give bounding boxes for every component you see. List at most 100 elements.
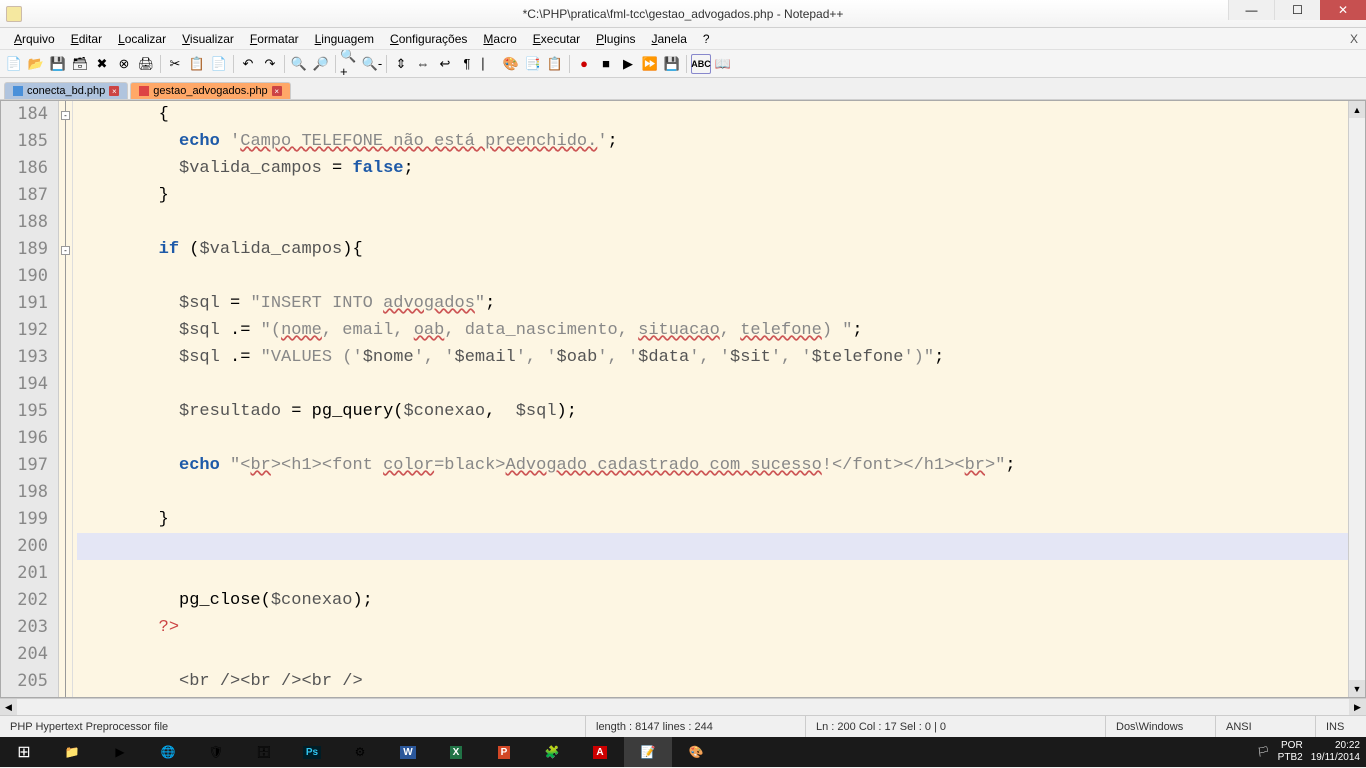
close-button[interactable]: ✕	[1320, 0, 1366, 20]
task-chrome[interactable]: 🌐	[144, 737, 192, 767]
status-encoding[interactable]: ANSI	[1216, 716, 1316, 737]
code-line[interactable]: $valida_campos = false;	[77, 155, 1348, 182]
code-line[interactable]: echo 'Campo TELEFONE não está preenchido…	[77, 128, 1348, 155]
maximize-button[interactable]: ☐	[1274, 0, 1320, 20]
code-line[interactable]: ?>	[77, 614, 1348, 641]
wrap-icon[interactable]: ↩	[435, 54, 455, 74]
task-app3[interactable]: 🧩	[528, 737, 576, 767]
menu-close-doc[interactable]: X	[1350, 32, 1358, 46]
menu-formatar[interactable]: Formatar	[242, 30, 307, 48]
save-macro-icon[interactable]: 💾	[662, 54, 682, 74]
scroll-down-icon[interactable]: ▼	[1349, 680, 1365, 697]
menu-janela[interactable]: Janela	[644, 30, 695, 48]
horizontal-scrollbar[interactable]: ◀ ▶	[0, 698, 1366, 715]
code-area[interactable]: { echo 'Campo TELEFONE não está preenchi…	[73, 101, 1348, 697]
spell-next-icon[interactable]: 📖	[713, 54, 733, 74]
replace-icon[interactable]: 🔎	[311, 54, 331, 74]
task-notepadpp[interactable]: 📝	[624, 737, 672, 767]
code-line[interactable]: $sql = "INSERT INTO advogados";	[77, 290, 1348, 317]
sync-h-icon[interactable]: ⇔	[413, 54, 433, 74]
status-eol[interactable]: Dos\Windows	[1106, 716, 1216, 737]
code-line[interactable]	[77, 641, 1348, 668]
code-line[interactable]: if ($valida_campos){	[77, 236, 1348, 263]
task-app1[interactable]: 🛡	[192, 737, 240, 767]
close-icon[interactable]: ✖	[92, 54, 112, 74]
save-all-icon[interactable]: 🗃	[70, 54, 90, 74]
close-all-icon[interactable]: ⊗	[114, 54, 134, 74]
fold-toggle-icon[interactable]: -	[61, 246, 70, 255]
stop-macro-icon[interactable]: ■	[596, 54, 616, 74]
redo-icon[interactable]: ↷	[260, 54, 280, 74]
play-multi-icon[interactable]: ⏩	[640, 54, 660, 74]
cut-icon[interactable]: ✂	[165, 54, 185, 74]
undo-icon[interactable]: ↶	[238, 54, 258, 74]
code-line[interactable]	[77, 560, 1348, 587]
code-line[interactable]: {	[77, 101, 1348, 128]
task-word[interactable]: W	[384, 737, 432, 767]
show-all-chars-icon[interactable]: ¶	[457, 54, 477, 74]
tab-gestao-advogados[interactable]: gestao_advogados.php ×	[130, 82, 290, 99]
record-macro-icon[interactable]: ●	[574, 54, 594, 74]
paste-icon[interactable]: 📄	[209, 54, 229, 74]
status-insert-mode[interactable]: INS	[1316, 716, 1366, 737]
code-line[interactable]: $resultado = pg_query($conexao, $sql);	[77, 398, 1348, 425]
code-line[interactable]: echo "<br><h1><font color=black>Advogado…	[77, 452, 1348, 479]
menu-editar[interactable]: Editar	[63, 30, 110, 48]
menu-linguagem[interactable]: Linguagem	[307, 30, 382, 48]
open-file-icon[interactable]: 📂	[26, 54, 46, 74]
code-line[interactable]: $sql .= "(nome, email, oab, data_nascime…	[77, 317, 1348, 344]
tab-conecta-bd[interactable]: conecta_bd.php ×	[4, 82, 128, 99]
task-explorer[interactable]: 📁	[48, 737, 96, 767]
user-lang-icon[interactable]: 🎨	[501, 54, 521, 74]
task-paint[interactable]: 🎨	[672, 737, 720, 767]
doc-map-icon[interactable]: 📑	[523, 54, 543, 74]
minimize-button[interactable]: —	[1228, 0, 1274, 20]
code-line[interactable]	[77, 533, 1348, 560]
code-line[interactable]: pg_close($conexao);	[77, 587, 1348, 614]
tray-language[interactable]: POR PTB2	[1278, 740, 1303, 764]
tab-close-icon[interactable]: ×	[272, 86, 282, 96]
menu-localizar[interactable]: Localizar	[110, 30, 174, 48]
spell-check-icon[interactable]: ABC	[691, 54, 711, 74]
scroll-left-icon[interactable]: ◀	[0, 699, 17, 715]
code-line[interactable]: }	[77, 506, 1348, 533]
code-line[interactable]	[77, 263, 1348, 290]
fold-toggle-icon[interactable]: -	[61, 111, 70, 120]
task-db[interactable]: 🗄	[240, 737, 288, 767]
tab-close-icon[interactable]: ×	[109, 86, 119, 96]
scroll-right-icon[interactable]: ▶	[1349, 699, 1366, 715]
menu-executar[interactable]: Executar	[525, 30, 588, 48]
task-photoshop[interactable]: Ps	[288, 737, 336, 767]
code-line[interactable]: }	[77, 182, 1348, 209]
function-list-icon[interactable]: 📋	[545, 54, 565, 74]
save-icon[interactable]: 💾	[48, 54, 68, 74]
play-macro-icon[interactable]: ▶	[618, 54, 638, 74]
menu-macro[interactable]: Macro	[475, 30, 524, 48]
menu-visualizar[interactable]: Visualizar	[174, 30, 242, 48]
indent-guide-icon[interactable]: ⎸	[479, 54, 499, 74]
menu-arquivo[interactable]: Arquivo	[6, 30, 63, 48]
code-line[interactable]	[77, 209, 1348, 236]
code-line[interactable]	[77, 371, 1348, 398]
start-button[interactable]: ⊞	[0, 737, 48, 767]
task-media[interactable]: ▶	[96, 737, 144, 767]
zoom-out-icon[interactable]: 🔍-	[362, 54, 382, 74]
copy-icon[interactable]: 📋	[187, 54, 207, 74]
tray-flag-icon[interactable]: 🏳	[1257, 747, 1270, 758]
find-icon[interactable]: 🔍	[289, 54, 309, 74]
menu-configuracoes[interactable]: Configurações	[382, 30, 475, 48]
zoom-in-icon[interactable]: 🔍+	[340, 54, 360, 74]
task-app2[interactable]: ⚙	[336, 737, 384, 767]
menu-help[interactable]: ?	[695, 30, 718, 48]
task-excel[interactable]: X	[432, 737, 480, 767]
menu-plugins[interactable]: Plugins	[588, 30, 643, 48]
task-pdf[interactable]: A	[576, 737, 624, 767]
vertical-scrollbar[interactable]: ▲ ▼	[1348, 101, 1365, 697]
code-line[interactable]: <br /><br /><br />	[77, 668, 1348, 695]
tray-clock[interactable]: 20:22 19/11/2014	[1311, 740, 1360, 764]
code-line[interactable]	[77, 479, 1348, 506]
code-line[interactable]: $sql .= "VALUES ('$nome', '$email', '$oa…	[77, 344, 1348, 371]
print-icon[interactable]: 🖨	[136, 54, 156, 74]
code-line[interactable]	[77, 425, 1348, 452]
task-powerpoint[interactable]: P	[480, 737, 528, 767]
